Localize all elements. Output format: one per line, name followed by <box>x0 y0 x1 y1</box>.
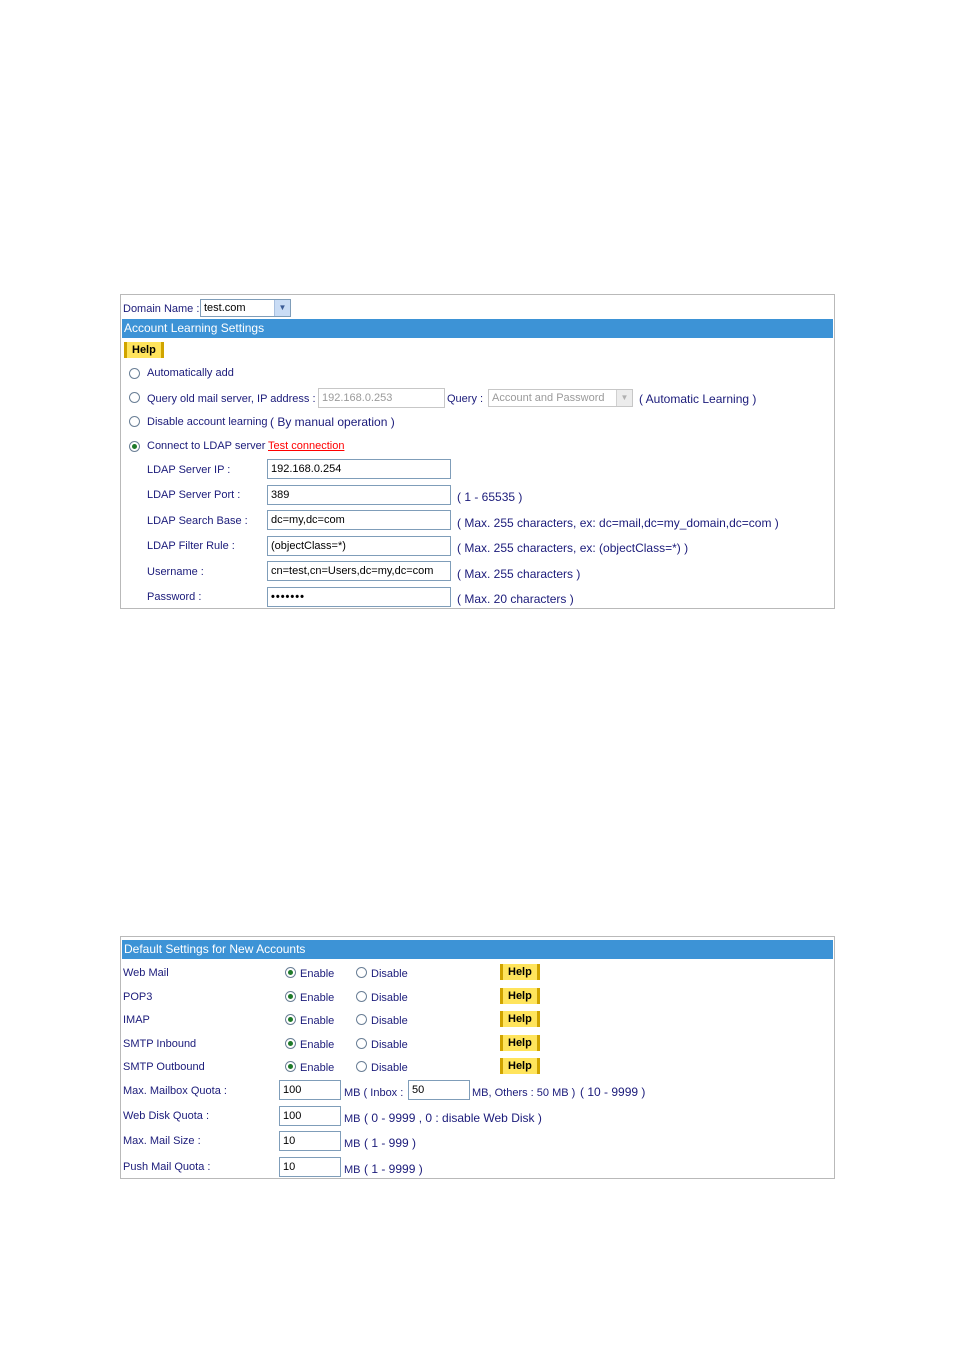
service-label: IMAP <box>123 1014 150 1026</box>
push-mail-quota-unit: MB <box>344 1164 361 1176</box>
enable-label: Enable <box>300 1039 335 1051</box>
mailbox-quota-label: Max. Mailbox Quota : <box>123 1085 227 1097</box>
service-enable-radio[interactable] <box>285 967 296 978</box>
ldap-username-input[interactable]: cn=test,cn=Users,dc=my,dc=com <box>267 561 451 581</box>
ldap-radio[interactable] <box>129 441 140 452</box>
web-disk-quota-label: Web Disk Quota : <box>123 1110 209 1122</box>
service-label: POP3 <box>123 991 153 1003</box>
disable-learning-radio[interactable] <box>129 416 140 427</box>
max-mail-size-input[interactable]: 10 <box>279 1131 341 1151</box>
enable-label: Enable <box>300 968 335 980</box>
help-button[interactable]: Help <box>500 1035 540 1051</box>
help-button[interactable]: Help <box>500 1011 540 1027</box>
service-enable-radio[interactable] <box>285 1014 296 1025</box>
service-label: Web Mail <box>123 967 169 979</box>
web-disk-unit: MB <box>344 1113 361 1125</box>
section-title-default-settings: Default Settings for New Accounts <box>122 940 833 959</box>
test-connection-link[interactable]: Test connection <box>268 440 344 452</box>
mailbox-inbox-label: MB ( Inbox : <box>344 1087 404 1099</box>
ldap-field-label: LDAP Server Port : <box>147 489 241 501</box>
disable-label: Disable <box>371 992 408 1004</box>
help-button[interactable]: Help <box>500 1058 540 1074</box>
mailbox-others-label: MB, Others : 50 MB ) <box>472 1087 576 1099</box>
max-mail-size-unit: MB <box>344 1138 361 1150</box>
query-label: Query : <box>447 393 484 405</box>
web-disk-quota-input[interactable]: 100 <box>279 1106 341 1126</box>
push-mail-quota-input[interactable]: 10 <box>279 1157 341 1177</box>
ldap-label: Connect to LDAP server <box>147 440 266 452</box>
ldap-filter-rule-input[interactable]: (objectClass=*) <box>267 536 451 556</box>
disable-label: Disable <box>371 968 408 980</box>
service-label: SMTP Inbound <box>123 1038 197 1050</box>
mailbox-range-note: ( 10 - 9999 ) <box>580 1085 646 1099</box>
disable-learning-label: Disable account learning <box>147 416 268 428</box>
push-mail-quota-label: Push Mail Quota : <box>123 1161 211 1173</box>
disable-label: Disable <box>371 1039 408 1051</box>
chevron-down-icon: ▼ <box>616 390 632 406</box>
domain-name-value: test.com <box>204 302 246 314</box>
ldap-field-note: ( 1 - 65535 ) <box>457 490 523 504</box>
max-mail-size-label: Max. Mail Size : <box>123 1135 201 1147</box>
domain-name-label: Domain Name : <box>123 303 200 315</box>
account-learning-panel: Domain Name : test.com ▼ Account Learnin… <box>120 294 835 609</box>
domain-name-select[interactable]: test.com ▼ <box>200 299 291 317</box>
enable-label: Enable <box>300 992 335 1004</box>
ldap-field-label: Username : <box>147 566 204 578</box>
mailbox-quota-input[interactable]: 100 <box>279 1080 341 1100</box>
chevron-down-icon: ▼ <box>274 300 290 316</box>
automatic-learning-note: ( Automatic Learning ) <box>639 392 757 406</box>
ldap-server-port-input[interactable]: 389 <box>267 485 451 505</box>
ldap-field-note: ( Max. 255 characters, ex: (objectClass=… <box>457 541 689 555</box>
auto-add-label: Automatically add <box>147 367 234 379</box>
disable-label: Disable <box>371 1062 408 1074</box>
service-disable-radio[interactable] <box>356 1038 367 1049</box>
disable-label: Disable <box>371 1015 408 1027</box>
query-old-server-label: Query old mail server, IP address : <box>147 393 316 405</box>
service-disable-radio[interactable] <box>356 967 367 978</box>
ldap-field-note: ( Max. 255 characters ) <box>457 567 581 581</box>
section-title-account-learning: Account Learning Settings <box>122 319 833 338</box>
web-disk-note: ( 0 - 9999 , 0 : disable Web Disk ) <box>364 1111 542 1125</box>
ldap-field-note: ( Max. 20 characters ) <box>457 592 574 606</box>
service-enable-radio[interactable] <box>285 991 296 1002</box>
ldap-search-base-input[interactable]: dc=my,dc=com <box>267 510 451 530</box>
service-disable-radio[interactable] <box>356 991 367 1002</box>
enable-label: Enable <box>300 1015 335 1027</box>
query-old-server-radio[interactable] <box>129 392 140 403</box>
enable-label: Enable <box>300 1062 335 1074</box>
query-type-value: Account and Password <box>492 392 605 404</box>
ldap-field-label: LDAP Filter Rule : <box>147 540 235 552</box>
inbox-quota-input[interactable]: 50 <box>408 1080 470 1100</box>
service-disable-radio[interactable] <box>356 1014 367 1025</box>
ldap-password-input[interactable]: ••••••• <box>267 587 451 607</box>
service-enable-radio[interactable] <box>285 1061 296 1072</box>
manual-operation-note: ( By manual operation ) <box>270 415 395 429</box>
help-button[interactable]: Help <box>500 988 540 1004</box>
push-mail-quota-note: ( 1 - 9999 ) <box>364 1162 423 1176</box>
query-ip-input[interactable]: 192.168.0.253 <box>318 388 445 408</box>
service-enable-radio[interactable] <box>285 1038 296 1049</box>
service-disable-radio[interactable] <box>356 1061 367 1072</box>
ldap-field-note: ( Max. 255 characters, ex: dc=mail,dc=my… <box>457 516 779 530</box>
help-button[interactable]: Help <box>500 964 540 980</box>
ldap-field-label: LDAP Search Base : <box>147 515 248 527</box>
ldap-field-label: Password : <box>147 591 202 603</box>
ldap-field-label: LDAP Server IP : <box>147 464 231 476</box>
service-label: SMTP Outbound <box>123 1061 205 1073</box>
ldap-server-ip-input[interactable]: 192.168.0.254 <box>267 459 451 479</box>
query-type-select[interactable]: Account and Password ▼ <box>488 389 633 407</box>
help-button[interactable]: Help <box>124 342 164 358</box>
default-settings-panel: Default Settings for New Accounts Web Ma… <box>120 936 835 1179</box>
max-mail-size-note: ( 1 - 999 ) <box>364 1136 417 1150</box>
auto-add-radio[interactable] <box>129 368 140 379</box>
